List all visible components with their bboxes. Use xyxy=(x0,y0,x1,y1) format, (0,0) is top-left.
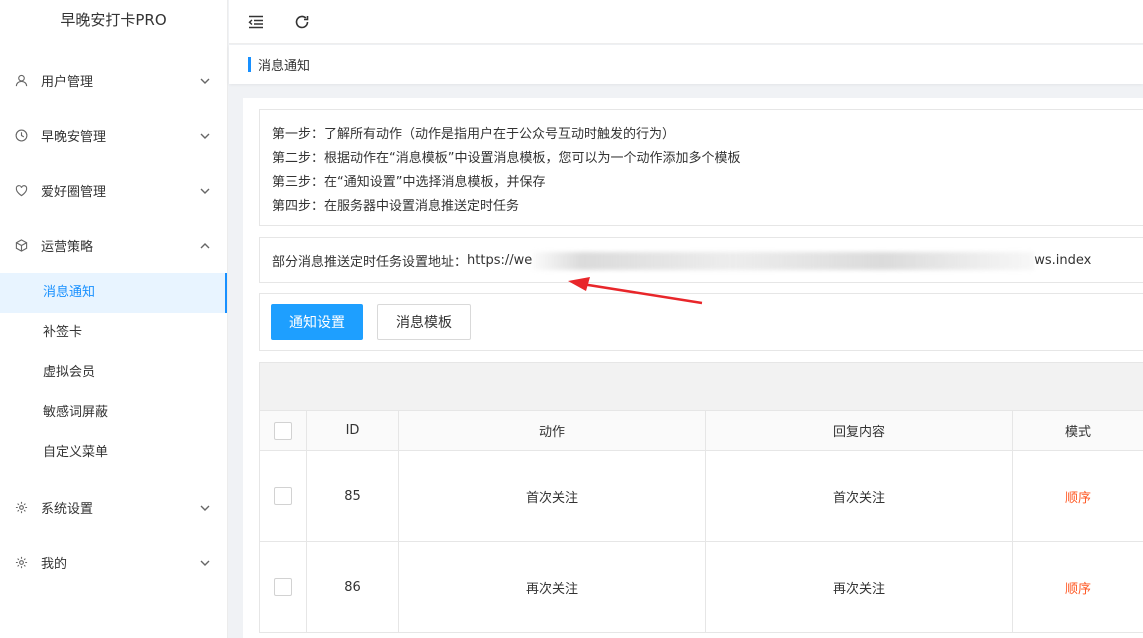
sidebar-subitem-message-notify[interactable]: 消息通知 xyxy=(0,273,227,313)
chevron-down-icon xyxy=(200,505,210,511)
user-icon xyxy=(14,74,28,88)
heart-icon xyxy=(14,184,28,198)
gear-icon xyxy=(14,556,28,570)
tab-message-notify[interactable]: 消息通知 xyxy=(248,55,310,74)
top-bar xyxy=(229,0,1143,44)
row-checkbox[interactable] xyxy=(274,487,292,505)
sidebar-item-label: 用户管理 xyxy=(41,75,94,90)
sidebar-menu: 用户管理 早晚安管理 爱好圈管理 运营策略 消息通知 补签卡 虚拟会员 敏感词屏… xyxy=(0,53,227,590)
header-mode: 模式 xyxy=(1012,410,1143,451)
cron-url-suffix: ws.index xyxy=(1034,252,1092,268)
cell-reply: 首次关注 xyxy=(705,450,1013,542)
active-tab-indicator xyxy=(248,57,251,72)
notify-settings-button[interactable]: 通知设置 xyxy=(271,304,363,340)
sidebar-item-mine[interactable]: 我的 xyxy=(0,535,227,590)
sidebar: 早晚安打卡PRO 用户管理 早晚安管理 爱好圈管理 运营策略 消息通知 补签卡 … xyxy=(0,0,228,638)
sidebar-subitem-makeup-card[interactable]: 补签卡 xyxy=(0,313,227,353)
step-3: 第三步：在“通知设置”中选择消息模板，并保存 xyxy=(272,175,546,190)
cube-icon xyxy=(14,239,28,253)
chevron-down-icon xyxy=(200,188,210,194)
header-reply: 回复内容 xyxy=(705,410,1013,451)
sidebar-item-user-management[interactable]: 用户管理 xyxy=(0,53,227,108)
table-header-row: ID 动作 回复内容 模式 xyxy=(259,410,1143,451)
sidebar-subitem-sensitive-words[interactable]: 敏感词屏蔽 xyxy=(0,393,227,433)
table-row: 85 首次关注 首次关注 顺序 xyxy=(259,450,1143,542)
table-toolbar xyxy=(259,362,1143,411)
sidebar-item-operation-strategy[interactable]: 运营策略 xyxy=(0,218,227,273)
tabs-bar: 消息通知 xyxy=(229,45,1143,84)
header-action: 动作 xyxy=(398,410,706,451)
sidebar-item-label: 运营策略 xyxy=(41,240,94,255)
app-logo-title: 早晚安打卡PRO xyxy=(60,11,167,29)
step-1: 第一步：了解所有动作（动作是指用户在于公众号互动时触发的行为） xyxy=(272,127,676,142)
redacted-blur xyxy=(532,252,1035,270)
gear-icon xyxy=(14,501,28,515)
sidebar-item-greeting-management[interactable]: 早晚安管理 xyxy=(0,108,227,163)
sidebar-subitem-custom-menu[interactable]: 自定义菜单 xyxy=(0,433,227,473)
actions-table: ID 动作 回复内容 模式 85 首次关注 首次关注 顺序 86 再次关注 再次… xyxy=(259,410,1143,633)
refresh-icon[interactable] xyxy=(292,12,312,32)
step-2: 第二步：根据动作在“消息模板”中设置消息模板，您可以为一个动作添加多个模板 xyxy=(272,151,741,166)
table-row: 86 再次关注 再次关注 顺序 xyxy=(259,541,1143,633)
cell-action: 再次关注 xyxy=(398,541,706,633)
cell-mode: 顺序 xyxy=(1012,450,1143,542)
header-id: ID xyxy=(306,410,399,451)
main-content: 第一步：了解所有动作（动作是指用户在于公众号互动时触发的行为） 第二步：根据动作… xyxy=(243,98,1143,638)
sidebar-item-system-settings[interactable]: 系统设置 xyxy=(0,480,227,535)
chevron-down-icon xyxy=(200,78,210,84)
cron-url-prefix: https://we xyxy=(467,252,533,268)
tab-label: 消息通知 xyxy=(258,59,311,74)
sidebar-item-label: 爱好圈管理 xyxy=(41,185,107,200)
cell-action: 首次关注 xyxy=(398,450,706,542)
cron-url-label: 部分消息推送定时任务设置地址： xyxy=(272,254,468,270)
cell-id: 86 xyxy=(306,541,399,633)
sidebar-item-label: 系统设置 xyxy=(41,502,94,517)
clock-icon xyxy=(14,129,28,143)
sidebar-subitem-virtual-member[interactable]: 虚拟会员 xyxy=(0,353,227,393)
collapse-menu-icon[interactable] xyxy=(246,12,266,32)
step-4: 第四步：在服务器中设置消息推送定时任务 xyxy=(272,199,520,214)
cell-id: 85 xyxy=(306,450,399,542)
action-buttons-panel: 通知设置 消息模板 xyxy=(259,293,1143,351)
row-checkbox[interactable] xyxy=(274,578,292,596)
select-all-checkbox[interactable] xyxy=(274,421,292,440)
header-select-all[interactable] xyxy=(259,410,307,451)
sidebar-item-hobby-circle[interactable]: 爱好圈管理 xyxy=(0,163,227,218)
chevron-down-icon xyxy=(200,133,210,139)
cron-url-panel: 部分消息推送定时任务设置地址： https://we ws.index xyxy=(259,237,1143,283)
message-template-button[interactable]: 消息模板 xyxy=(377,304,471,340)
sidebar-item-label: 我的 xyxy=(41,557,68,572)
steps-panel: 第一步：了解所有动作（动作是指用户在于公众号互动时触发的行为） 第二步：根据动作… xyxy=(259,109,1143,226)
cell-reply: 再次关注 xyxy=(705,541,1013,633)
cell-mode: 顺序 xyxy=(1012,541,1143,633)
chevron-down-icon xyxy=(200,560,210,566)
chevron-up-icon xyxy=(200,242,210,248)
sidebar-item-label: 早晚安管理 xyxy=(41,130,107,145)
